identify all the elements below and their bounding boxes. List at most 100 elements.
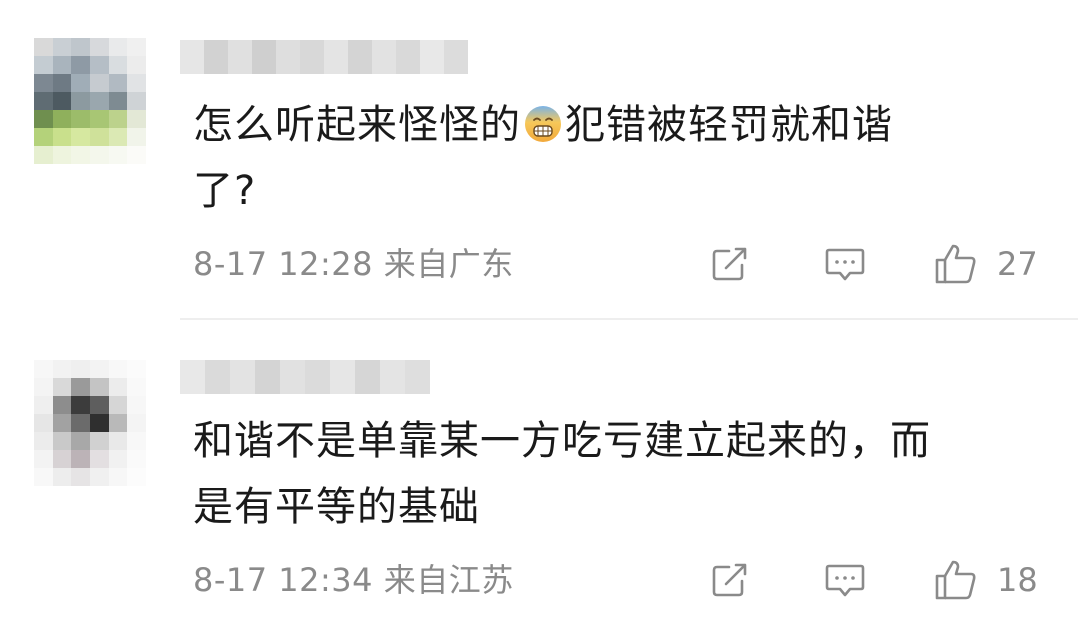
avatar-pixel — [52, 378, 72, 396]
avatar-pixel — [52, 56, 72, 74]
username-pixel — [230, 360, 255, 394]
username-pixel — [228, 40, 252, 74]
avatar-pixel — [71, 74, 90, 92]
avatar-pixel — [108, 360, 128, 378]
username-pixel — [305, 360, 330, 394]
username-pixel — [372, 40, 396, 74]
avatar-pixel — [127, 146, 146, 164]
comment-text: 和谐不是单靠某一方吃亏建立起来的，而 是有平等的基础 — [193, 418, 931, 530]
avatar-pixel — [34, 432, 53, 450]
avatar-pixel — [108, 38, 128, 56]
avatar-pixel — [108, 128, 128, 146]
avatar-pixel — [34, 450, 53, 468]
avatar-pixel — [71, 414, 90, 432]
username-blurred[interactable] — [180, 360, 430, 394]
share-button[interactable] — [709, 560, 751, 600]
comment-text-part: 怎么听起来怪怪的 — [193, 102, 521, 148]
avatar-pixel — [108, 74, 128, 92]
avatar-pixel — [34, 128, 53, 146]
avatar-pixel — [127, 450, 146, 468]
avatar-pixel — [108, 396, 128, 414]
reply-button[interactable] — [823, 244, 867, 284]
avatar-pixel — [52, 432, 72, 450]
username-pixel — [276, 40, 300, 74]
avatar-pixel — [71, 92, 90, 110]
avatar-pixel — [71, 432, 90, 450]
avatar-pixel — [108, 450, 128, 468]
avatar-pixel — [89, 128, 109, 146]
avatar-pixel — [52, 38, 72, 56]
reply-button[interactable] — [823, 560, 867, 600]
avatar-pixel — [127, 92, 146, 110]
avatar-pixel — [108, 432, 128, 450]
avatar-pixel — [108, 468, 128, 486]
username-pixel — [355, 360, 380, 394]
avatar-pixel — [71, 110, 90, 128]
avatar-pixel — [89, 378, 109, 396]
avatar-pixel — [127, 432, 146, 450]
avatar-pixel — [89, 432, 109, 450]
avatar-pixel — [89, 468, 109, 486]
like-count: 27 — [997, 245, 1038, 283]
username-blurred[interactable] — [180, 40, 468, 74]
username-pixel — [444, 40, 468, 74]
comment-date: 8-17 12:34 — [193, 561, 374, 599]
avatar-pixel — [52, 110, 72, 128]
avatar-pixel — [108, 56, 128, 74]
username-pixel — [280, 360, 305, 394]
avatar-pixel — [52, 396, 72, 414]
avatar-pixel — [71, 396, 90, 414]
username-pixel — [180, 360, 205, 394]
avatar-pixel — [127, 468, 146, 486]
avatar-pixel — [34, 92, 53, 110]
comment-item: 怎么听起来怪怪的 犯错被轻罚就和谐 了? 8-17 12:28 来自广东 27 — [0, 0, 1078, 318]
username-pixel — [396, 40, 420, 74]
avatar-pixel — [34, 360, 53, 378]
avatar-pixel — [71, 360, 90, 378]
comment-timestamp: 8-17 12:34 来自江苏 — [193, 560, 514, 600]
avatar-pixel — [34, 414, 53, 432]
username-pixel — [405, 360, 430, 394]
thumbs-up-icon — [935, 244, 976, 284]
comment-timestamp: 8-17 12:28 来自广东 — [193, 244, 514, 284]
avatar-pixel — [89, 110, 109, 128]
username-pixel — [180, 40, 204, 74]
cold-sweat-emoji — [525, 106, 561, 142]
comment-location: 来自广东 — [383, 245, 514, 283]
avatar-pixel — [34, 468, 53, 486]
share-icon — [712, 247, 747, 281]
avatar-pixel — [127, 378, 146, 396]
avatar-pixel — [127, 74, 146, 92]
avatar-pixel — [89, 450, 109, 468]
username-pixel — [300, 40, 324, 74]
avatar-pixel — [52, 468, 72, 486]
share-icon — [712, 563, 747, 597]
avatar-pixel — [127, 56, 146, 74]
avatar-pixel — [127, 414, 146, 432]
share-button[interactable] — [709, 244, 751, 284]
avatar-pixel — [89, 56, 109, 74]
username-pixel — [205, 360, 230, 394]
username-pixel — [252, 40, 276, 74]
avatar[interactable] — [34, 360, 146, 486]
avatar-pixel — [89, 38, 109, 56]
avatar-pixel — [71, 128, 90, 146]
comment-location: 来自江苏 — [383, 561, 514, 599]
comment-meta: 8-17 12:34 来自江苏 18 — [193, 560, 1044, 600]
avatar-pixel — [52, 450, 72, 468]
avatar-pixel — [127, 396, 146, 414]
username-pixel — [380, 360, 405, 394]
like-button[interactable]: 18 — [933, 560, 1038, 600]
avatar-pixel — [52, 360, 72, 378]
avatar-pixel — [108, 146, 128, 164]
username-pixel — [330, 360, 355, 394]
avatar-pixel — [71, 146, 90, 164]
avatar-pixel — [71, 38, 90, 56]
like-button[interactable]: 27 — [933, 244, 1038, 284]
avatar-pixel — [89, 414, 109, 432]
avatar[interactable] — [34, 38, 146, 164]
username-pixel — [324, 40, 348, 74]
avatar-pixel — [34, 56, 53, 74]
avatar-pixel — [71, 450, 90, 468]
avatar-pixel — [89, 92, 109, 110]
